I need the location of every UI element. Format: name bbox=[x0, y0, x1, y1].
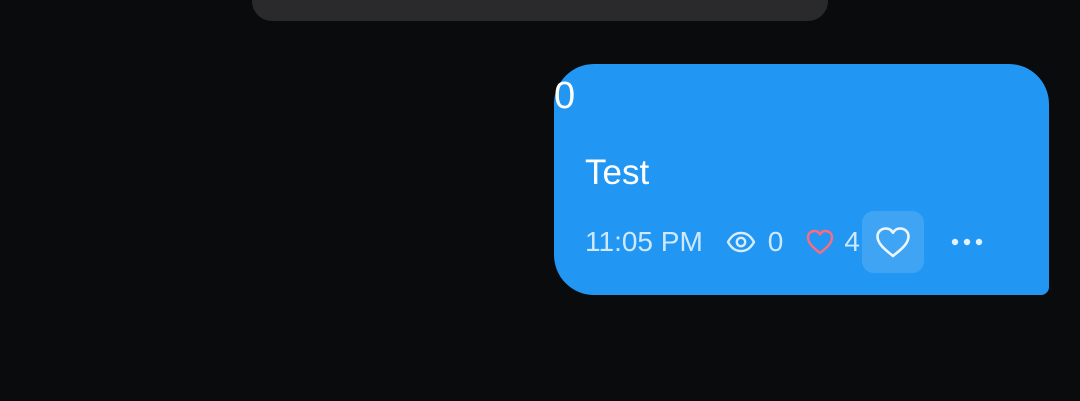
view-count: 0 bbox=[726, 226, 784, 258]
heart-icon bbox=[805, 228, 835, 256]
more-horizontal-icon bbox=[951, 237, 983, 247]
like-count-value: 4 bbox=[844, 226, 860, 257]
eye-icon bbox=[726, 231, 756, 253]
message-meta: 11:05 PM 0 4 bbox=[585, 210, 996, 274]
more-options-button[interactable] bbox=[938, 211, 996, 273]
message-counter: 0 bbox=[554, 75, 576, 117]
like-button[interactable] bbox=[861, 211, 924, 273]
heart-outline-icon bbox=[874, 225, 912, 259]
message-text: Test bbox=[585, 153, 650, 192]
top-bar bbox=[252, 0, 828, 21]
message-bubble[interactable]: 0 Test 11:05 PM 0 4 bbox=[554, 64, 1049, 295]
message-time: 11:05 PM bbox=[585, 226, 703, 257]
like-count: 4 bbox=[805, 226, 860, 258]
view-count-value: 0 bbox=[767, 226, 784, 257]
